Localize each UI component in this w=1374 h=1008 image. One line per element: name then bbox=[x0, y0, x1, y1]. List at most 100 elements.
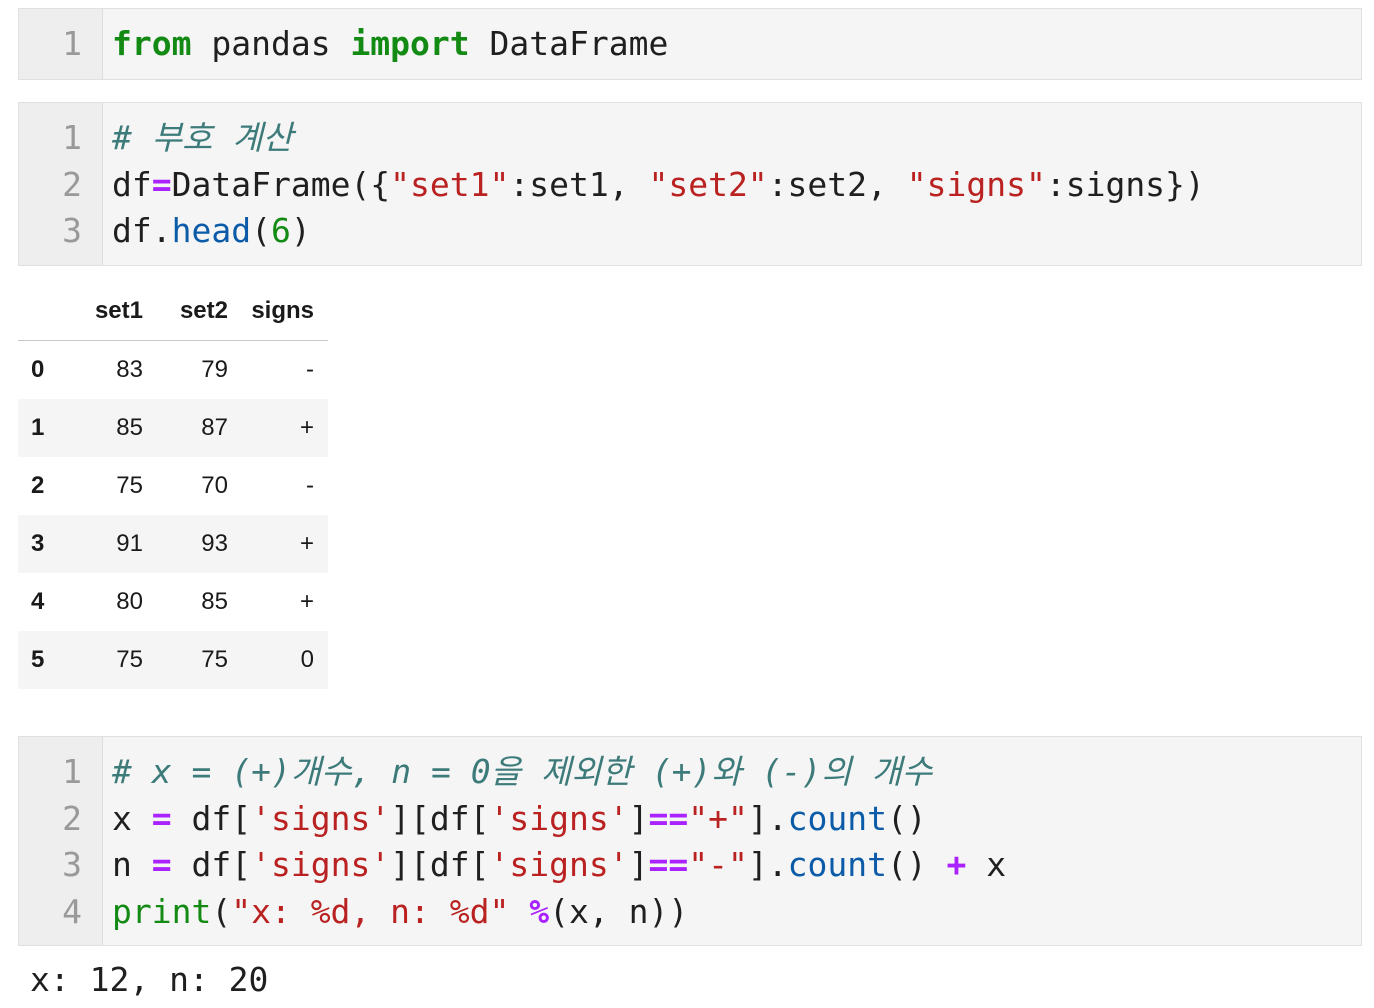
line-number-gutter: 1 2 3 bbox=[19, 103, 103, 265]
cell-set1: 91 bbox=[116, 529, 143, 557]
code-editor[interactable]: # 부호 계산 df=DataFrame({"set1":set1, "set2… bbox=[103, 103, 1361, 265]
table-row: 4 80 85 + bbox=[18, 573, 328, 631]
table-header-row: set1 set2 signs bbox=[18, 282, 328, 341]
code-comment: # x = (+)개수, n = 0을 제외한 (+)와 (-)의 개수 bbox=[112, 752, 933, 791]
code-token: x bbox=[112, 798, 152, 838]
code-string: 'signs' bbox=[489, 798, 629, 838]
column-header-set1: set1 bbox=[71, 282, 143, 341]
row-index: 2 bbox=[31, 471, 45, 499]
code-token: df bbox=[112, 164, 152, 204]
line-number-gutter: 1 bbox=[19, 9, 103, 79]
cell-stdout-output: x: 12, n: 20 bbox=[30, 960, 269, 999]
code-editor[interactable]: from pandas import DataFrame bbox=[103, 9, 1361, 79]
cell-set1: 75 bbox=[116, 471, 143, 499]
table-row: 5 75 75 0 bbox=[18, 630, 328, 689]
cell-set2: 87 bbox=[201, 413, 228, 441]
code-function: head bbox=[171, 211, 252, 250]
cell-set1: 85 bbox=[116, 413, 143, 441]
code-operator: = bbox=[151, 845, 172, 884]
cell-signs: 0 bbox=[300, 645, 314, 673]
code-token: ][df[ bbox=[390, 845, 490, 884]
code-line: df=DataFrame({"set1":set1, "set2":set2, … bbox=[112, 162, 1361, 209]
line-number-gutter: 1 2 3 4 bbox=[19, 737, 103, 945]
line-number: 2 bbox=[62, 164, 82, 204]
code-string: "+" bbox=[688, 798, 748, 838]
cell-set1: 75 bbox=[116, 645, 143, 673]
code-token: :set2, bbox=[767, 164, 907, 204]
code-token: () bbox=[886, 798, 927, 838]
code-cell-count[interactable]: 1 2 3 4 # x = (+)개수, n = 0을 제외한 (+)와 (-)… bbox=[18, 736, 1362, 946]
dataframe-output-table: set1 set2 signs 0 83 79 - 1 85 87 + 2 75… bbox=[18, 282, 328, 689]
code-token: df[ bbox=[171, 798, 252, 838]
code-string: 'signs' bbox=[251, 845, 391, 884]
code-token: ( bbox=[251, 211, 271, 250]
code-line: n = df['signs'][df['signs']=="-"].count(… bbox=[112, 842, 1361, 889]
code-token: ][df[ bbox=[390, 798, 490, 838]
code-token: () bbox=[886, 845, 947, 884]
code-string: 'signs' bbox=[251, 798, 391, 838]
code-token: df. bbox=[112, 211, 172, 250]
code-line: df.head(6) bbox=[112, 208, 1361, 255]
code-cell-import[interactable]: 1 from pandas import DataFrame bbox=[18, 8, 1362, 80]
line-number: 3 bbox=[62, 211, 82, 250]
code-token: ]. bbox=[747, 845, 788, 884]
column-header-signs: signs bbox=[228, 282, 328, 341]
code-token: (x, n)) bbox=[549, 891, 689, 931]
line-number: 2 bbox=[62, 798, 82, 838]
code-token: x bbox=[966, 845, 1007, 884]
line-number: 4 bbox=[62, 891, 82, 931]
code-line: from pandas import DataFrame bbox=[112, 21, 1361, 68]
row-index: 5 bbox=[31, 645, 45, 673]
code-operator: = bbox=[151, 798, 172, 838]
row-index: 0 bbox=[31, 355, 45, 383]
code-editor[interactable]: # x = (+)개수, n = 0을 제외한 (+)와 (-)의 개수 x =… bbox=[103, 737, 1361, 945]
table-row: 3 91 93 + bbox=[18, 514, 328, 573]
cell-signs: + bbox=[299, 529, 314, 557]
cell-set2: 70 bbox=[201, 471, 228, 499]
code-line: print("x: %d, n: %d" %(x, n)) bbox=[112, 889, 1361, 936]
keyword-from: from bbox=[112, 24, 192, 63]
column-header-set2: set2 bbox=[143, 282, 228, 341]
row-index: 3 bbox=[31, 529, 45, 557]
table-row: 0 83 79 - bbox=[18, 341, 328, 399]
code-function: count bbox=[787, 798, 887, 838]
code-token: ] bbox=[628, 798, 649, 838]
index-header bbox=[18, 282, 71, 341]
code-token: n bbox=[112, 845, 152, 884]
line-number: 1 bbox=[62, 752, 82, 791]
code-line: # x = (+)개수, n = 0을 제외한 (+)와 (-)의 개수 bbox=[112, 749, 1361, 796]
table-row: 1 85 87 + bbox=[18, 398, 328, 457]
table-row: 2 75 70 - bbox=[18, 457, 328, 515]
cell-set2: 79 bbox=[201, 355, 228, 383]
code-string: "set2" bbox=[648, 164, 768, 204]
code-line: # 부호 계산 bbox=[112, 115, 1361, 162]
cell-signs: - bbox=[306, 471, 314, 499]
code-string: "signs" bbox=[906, 164, 1046, 204]
cell-set2: 75 bbox=[201, 645, 228, 673]
code-cell-dataframe[interactable]: 1 2 3 # 부호 계산 df=DataFrame({"set1":set1,… bbox=[18, 102, 1362, 266]
code-string: "x: %d, n: %d" bbox=[231, 891, 510, 931]
cell-set1: 80 bbox=[116, 587, 143, 615]
code-operator: == bbox=[648, 798, 689, 838]
code-string: 'signs' bbox=[489, 845, 629, 884]
import-name: DataFrame bbox=[469, 24, 669, 63]
cell-signs: - bbox=[306, 355, 314, 383]
line-number: 3 bbox=[62, 845, 82, 884]
code-operator: % bbox=[529, 891, 550, 931]
cell-set2: 93 bbox=[201, 529, 228, 557]
line-number: 1 bbox=[62, 24, 82, 63]
code-operator: = bbox=[151, 164, 172, 204]
cell-set1: 83 bbox=[116, 355, 143, 383]
code-token: df[ bbox=[171, 845, 252, 884]
code-token: DataFrame({ bbox=[171, 164, 391, 204]
cell-set2: 85 bbox=[201, 587, 228, 615]
code-number: 6 bbox=[270, 211, 291, 250]
code-token: ]. bbox=[747, 798, 788, 838]
code-token: ( bbox=[211, 891, 232, 931]
module-name: pandas bbox=[191, 24, 351, 63]
code-comment: # 부호 계산 bbox=[112, 118, 294, 157]
code-string: "set1" bbox=[390, 164, 510, 204]
code-operator: + bbox=[946, 845, 967, 884]
code-operator: == bbox=[648, 845, 689, 884]
